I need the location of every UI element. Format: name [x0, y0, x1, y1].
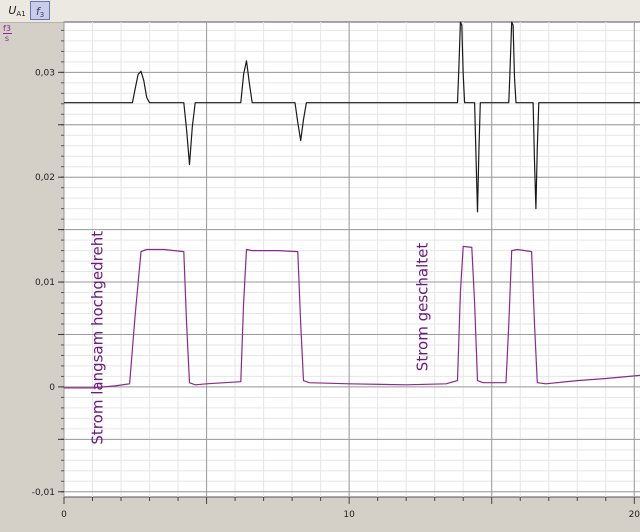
chart[interactable]: -0,01 0 0,01 0,02 0,03 0 10 20 Strom langsam h…	[0, 0, 640, 532]
x-tick-label: 20	[629, 510, 640, 520]
y-tick-label: 0	[49, 383, 55, 393]
y-tick-label: 0,02	[35, 173, 55, 183]
y-tick-label: 0,03	[35, 68, 55, 78]
y-tick-labels: -0,01 0 0,01 0,02 0,03	[32, 68, 56, 497]
annotation-2: Strom geschaltet	[414, 243, 432, 372]
x-tick-labels: 0 10 20	[61, 510, 640, 520]
x-tick-label: 0	[61, 510, 67, 520]
y-tick-label: -0,01	[32, 488, 55, 498]
y-tick-label: 0,01	[35, 278, 55, 288]
x-tick-label: 10	[343, 510, 355, 520]
annotation-1: Strom langsam hochgedreht	[89, 231, 107, 445]
